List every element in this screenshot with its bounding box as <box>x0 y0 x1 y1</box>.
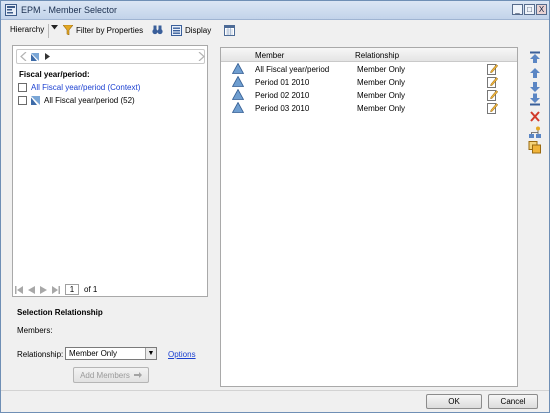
options-link[interactable]: Options <box>168 350 196 359</box>
maximize-button[interactable]: □ <box>524 4 535 15</box>
chevron-down-icon <box>51 25 58 30</box>
forward-arrow-icon[interactable] <box>197 52 205 61</box>
ok-button[interactable]: OK <box>426 394 482 409</box>
calendar-button[interactable] <box>224 25 235 36</box>
grid-header: Member Relationship <box>221 48 517 62</box>
hierarchy-label: Hierarchy <box>10 25 45 34</box>
first-page-icon[interactable] <box>15 285 23 294</box>
table-row[interactable]: Period 01 2010 Member Only <box>221 76 517 88</box>
display-label: Display <box>185 26 212 35</box>
table-row[interactable]: All Fiscal year/period Member Only <box>221 63 517 75</box>
member-triangle-icon <box>232 102 244 113</box>
toolbar: Hierarchy Filter by Properties Display <box>1 21 549 41</box>
member-item-label: All Fiscal year/period (52) <box>44 96 135 105</box>
member-triangle-icon <box>232 89 244 100</box>
binoculars-icon <box>152 25 163 35</box>
relationship-label: Relationship: <box>17 350 64 359</box>
member-checkbox[interactable] <box>18 96 27 105</box>
member-checkbox[interactable] <box>18 83 27 92</box>
arrow-right-icon <box>133 372 142 378</box>
page-count: of 1 <box>84 285 98 294</box>
filter-by-properties-label: Filter by Properties <box>76 25 144 35</box>
relationship-select[interactable]: Member Only ▼ <box>65 347 157 360</box>
app-icon <box>5 4 17 16</box>
row-relationship: Member Only <box>357 65 406 74</box>
add-members-button[interactable]: Add Members <box>73 367 149 383</box>
move-down-icon[interactable] <box>528 80 542 93</box>
pager: 1 of 1 <box>15 284 97 295</box>
move-to-bottom-icon[interactable] <box>528 93 542 106</box>
row-relationship: Member Only <box>357 104 406 113</box>
member-selector-window: EPM - Member Selector _ □ X Hierarchy Fi… <box>0 0 550 413</box>
table-row[interactable]: Period 02 2010 Member Only <box>221 89 517 101</box>
member-item-label[interactable]: All Fiscal year/period (Context) <box>31 83 140 92</box>
cancel-button[interactable]: Cancel <box>488 394 538 409</box>
column-header-relationship[interactable]: Relationship <box>355 51 399 60</box>
row-member: Period 02 2010 <box>255 91 310 100</box>
title-bar: EPM - Member Selector _ □ X <box>1 1 549 20</box>
table-row[interactable]: Period 03 2010 Member Only <box>221 102 517 114</box>
dimension-label: Fiscal year/period: <box>19 70 90 79</box>
footer-divider <box>1 390 549 391</box>
member-triangle-icon <box>232 76 244 87</box>
member-tree-pane: Fiscal year/period: All Fiscal year/peri… <box>12 45 208 297</box>
window-title: EPM - Member Selector <box>21 5 118 15</box>
back-arrow-icon[interactable] <box>20 52 28 61</box>
hierarchy-dropdown-button[interactable] <box>51 25 58 30</box>
add-members-label: Add Members <box>80 370 130 380</box>
funnel-icon <box>63 25 73 35</box>
row-member: Period 01 2010 <box>255 78 310 87</box>
hierarchy-tree-icon[interactable] <box>528 126 542 139</box>
selection-relationship-title: Selection Relationship <box>17 308 103 317</box>
hierarchy-node-icon <box>31 96 40 105</box>
edit-icon[interactable] <box>487 89 498 101</box>
filter-by-properties-button[interactable]: Filter by Properties <box>63 25 143 35</box>
display-icon <box>171 25 182 36</box>
row-member: Period 03 2010 <box>255 104 310 113</box>
members-label: Members: <box>17 326 53 335</box>
edit-icon[interactable] <box>487 102 498 114</box>
move-to-top-icon[interactable] <box>528 51 542 64</box>
page-number-input[interactable]: 1 <box>65 284 79 295</box>
copy-icon[interactable] <box>528 141 542 154</box>
calendar-icon <box>224 25 235 36</box>
minimize-button[interactable]: _ <box>512 4 523 15</box>
column-header-member[interactable]: Member <box>255 51 284 60</box>
selected-members-grid: Member Relationship All Fiscal year/peri… <box>220 47 518 387</box>
member-item-context[interactable]: All Fiscal year/period (Context) <box>18 83 140 92</box>
hierarchy-menu[interactable]: Hierarchy <box>10 25 44 34</box>
display-button[interactable]: Display <box>171 25 211 36</box>
row-relationship: Member Only <box>357 91 406 100</box>
member-triangle-icon <box>232 63 244 74</box>
edit-icon[interactable] <box>487 63 498 75</box>
edit-icon[interactable] <box>487 76 498 88</box>
breadcrumb[interactable] <box>16 49 205 64</box>
row-member: All Fiscal year/period <box>255 65 330 74</box>
prev-page-icon[interactable] <box>28 285 35 294</box>
chevron-down-icon[interactable]: ▼ <box>145 348 156 359</box>
move-up-icon[interactable] <box>528 67 542 80</box>
remove-icon[interactable] <box>528 110 542 123</box>
search-button[interactable] <box>152 25 163 35</box>
toolbar-divider <box>48 24 49 38</box>
hierarchy-root-icon[interactable] <box>30 52 40 62</box>
next-page-icon[interactable] <box>40 285 47 294</box>
last-page-icon[interactable] <box>52 285 60 294</box>
close-button[interactable]: X <box>536 4 547 15</box>
relationship-select-value: Member Only <box>69 349 118 358</box>
chevron-right-icon[interactable] <box>45 53 50 60</box>
row-relationship: Member Only <box>357 78 406 87</box>
member-item-all[interactable]: All Fiscal year/period (52) <box>18 96 135 105</box>
